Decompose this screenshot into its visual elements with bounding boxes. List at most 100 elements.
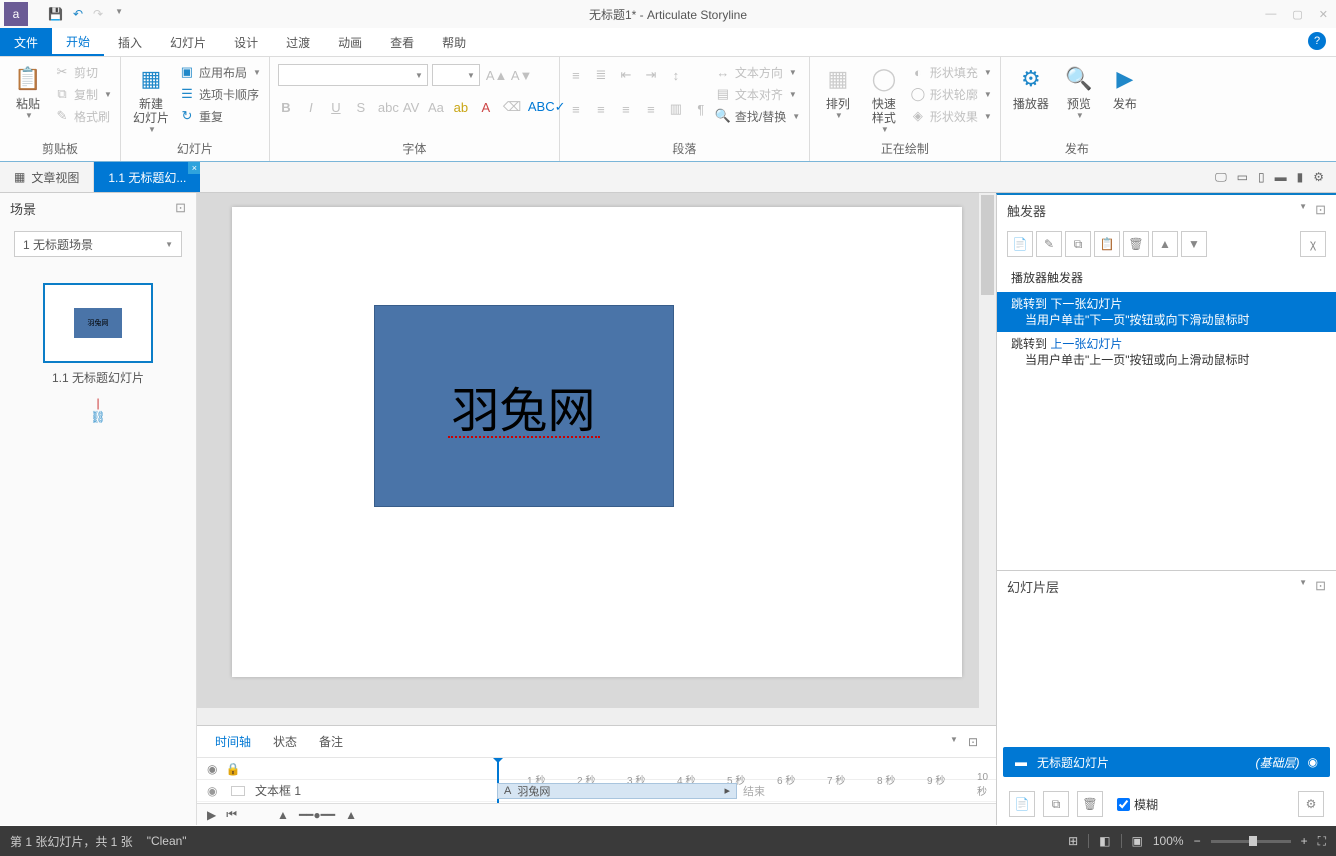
- spacing-button[interactable]: AV: [403, 100, 419, 115]
- paste-button[interactable]: 📋 粘贴 ▼: [8, 61, 48, 140]
- desktop-view-icon[interactable]: 🖵: [1215, 170, 1227, 185]
- shrink-font-icon[interactable]: A▼: [511, 68, 527, 83]
- edit-trigger-button[interactable]: ✎: [1036, 231, 1062, 257]
- tab-notes[interactable]: 备注: [319, 733, 343, 750]
- shape-outline-button[interactable]: ◯形状轮廓▼: [910, 83, 992, 105]
- minimize-icon[interactable]: —: [1265, 8, 1276, 21]
- zoom-out-button[interactable]: −: [1194, 834, 1201, 848]
- reset-button[interactable]: ↻重复: [179, 105, 261, 127]
- tab-slides[interactable]: 幻灯片: [156, 28, 220, 56]
- lock-header-icon[interactable]: 🔒: [225, 762, 240, 776]
- quickstyle-button[interactable]: ◯快速 样式▼: [864, 61, 904, 140]
- align-center-icon[interactable]: ≡: [593, 102, 609, 117]
- canvas-viewport[interactable]: 羽兔网: [197, 193, 996, 708]
- scene-selector[interactable]: 1 无标题场景▼: [14, 231, 182, 257]
- undock-icon[interactable]: ⊡: [175, 200, 186, 216]
- shape-rectangle[interactable]: 羽兔网: [374, 305, 674, 507]
- bold-button[interactable]: B: [278, 100, 294, 115]
- base-layer-item[interactable]: ▬无标题幻灯片 (基础层)◉: [1003, 747, 1330, 777]
- vertical-scrollbar[interactable]: [979, 193, 996, 708]
- undock-icon[interactable]: ⊡: [1315, 578, 1326, 594]
- zoom-slider[interactable]: [1211, 840, 1291, 843]
- font-family-combo[interactable]: ▼: [278, 64, 428, 86]
- highlight-button[interactable]: ab: [453, 100, 469, 115]
- numbering-icon[interactable]: ≣: [593, 67, 609, 83]
- panel-menu-icon[interactable]: ▼: [1299, 578, 1307, 594]
- columns-icon[interactable]: ▥: [668, 101, 684, 117]
- font-size-combo[interactable]: ▼: [432, 64, 480, 86]
- redo-icon[interactable]: ↷: [93, 7, 103, 21]
- strike-button[interactable]: abc: [378, 100, 394, 115]
- clear-format-button[interactable]: ⌫: [503, 99, 519, 115]
- tab-view[interactable]: 查看: [376, 28, 428, 56]
- layer-settings-button[interactable]: ⚙: [1298, 791, 1324, 817]
- copy-trigger-button[interactable]: ⧉: [1065, 231, 1091, 257]
- font-color-button[interactable]: A: [478, 100, 494, 115]
- slide-canvas[interactable]: 羽兔网: [232, 207, 962, 677]
- tab-timeline[interactable]: 时间轴: [215, 733, 251, 750]
- trigger-item[interactable]: 跳转到 上一张幻灯片 当用户单击"上一页"按钮或向上滑动鼠标时: [997, 332, 1336, 372]
- zoom-slider[interactable]: ━━●━━: [299, 808, 335, 822]
- rewind-icon[interactable]: ⏮: [226, 807, 237, 822]
- move-down-button[interactable]: ▼: [1181, 231, 1207, 257]
- move-up-button[interactable]: ▲: [1152, 231, 1178, 257]
- accessibility-icon[interactable]: ◧: [1099, 834, 1110, 848]
- format-painter-button[interactable]: ✎格式刷: [54, 105, 112, 127]
- layout-button[interactable]: ▣应用布局▼: [179, 61, 261, 83]
- eye-header-icon[interactable]: ◉: [207, 762, 217, 776]
- maximize-icon[interactable]: ▢: [1292, 8, 1302, 21]
- publish-button[interactable]: ▶发布: [1105, 61, 1145, 140]
- help-icon[interactable]: ?: [1308, 32, 1326, 50]
- fit-icon[interactable]: ▣: [1132, 834, 1143, 848]
- slide-thumbnail[interactable]: 羽兔网: [43, 283, 153, 363]
- grow-font-icon[interactable]: A▲: [486, 68, 502, 83]
- close-icon[interactable]: ✕: [1319, 8, 1328, 21]
- tab-home[interactable]: 开始: [52, 28, 104, 56]
- player-button[interactable]: ⚙播放器: [1009, 61, 1053, 140]
- trigger-item[interactable]: 跳转到 下一张幻灯片 当用户单击"下一页"按钮或向下滑动鼠标时: [997, 292, 1336, 332]
- find-replace-button[interactable]: 🔍查找/替换▼: [715, 105, 800, 127]
- underline-button[interactable]: U: [328, 100, 344, 115]
- undock-icon[interactable]: ⊡: [1315, 202, 1326, 218]
- lock-icon[interactable]: [231, 786, 245, 796]
- qat-dropdown-icon[interactable]: ▼: [115, 7, 123, 21]
- timeline-bar[interactable]: A羽兔网▸: [497, 783, 737, 799]
- italic-button[interactable]: I: [303, 100, 319, 115]
- spellcheck-button[interactable]: ABC✓: [528, 99, 544, 115]
- indent-right-icon[interactable]: ⇥: [643, 67, 659, 83]
- zoom-level[interactable]: 100%: [1153, 834, 1184, 848]
- tab-insert[interactable]: 插入: [104, 28, 156, 56]
- scrollbar-thumb[interactable]: [981, 195, 994, 295]
- tab-file[interactable]: 文件: [0, 28, 52, 56]
- text-direction-button[interactable]: ↔文本方向▼: [715, 61, 800, 83]
- eye-icon[interactable]: ◉: [1308, 755, 1318, 769]
- panel-menu-icon[interactable]: ▼: [1299, 202, 1307, 218]
- zoom-in-button[interactable]: +: [1301, 834, 1308, 848]
- caps-button[interactable]: Aa: [428, 100, 444, 115]
- fit-window-icon[interactable]: ⛶: [1318, 834, 1326, 849]
- tablet-land-icon[interactable]: ▭: [1237, 170, 1248, 184]
- tab-help[interactable]: 帮助: [428, 28, 480, 56]
- tablet-port-icon[interactable]: ▯: [1258, 170, 1265, 184]
- text-align-button[interactable]: ▤文本对齐▼: [715, 83, 800, 105]
- arrange-button[interactable]: ▦排列▼: [818, 61, 858, 140]
- tab-states[interactable]: 状态: [273, 733, 297, 750]
- new-trigger-button[interactable]: 📄: [1007, 231, 1033, 257]
- variables-button[interactable]: χ: [1300, 231, 1326, 257]
- horizontal-scrollbar[interactable]: [197, 708, 996, 725]
- align-right-icon[interactable]: ≡: [618, 102, 634, 117]
- new-layer-button[interactable]: 📄: [1009, 791, 1035, 817]
- panel-menu-icon[interactable]: ▼: [950, 735, 958, 749]
- shadow-button[interactable]: S: [353, 100, 369, 115]
- copy-button[interactable]: ⧉复制▼: [54, 83, 112, 105]
- new-slide-button[interactable]: ▦ 新建 幻灯片 ▼: [129, 61, 173, 140]
- preview-button[interactable]: 🔍预览▼: [1059, 61, 1099, 140]
- phone-port-icon[interactable]: ▮: [1297, 170, 1304, 184]
- tab-animations[interactable]: 动画: [324, 28, 376, 56]
- tab-design[interactable]: 设计: [220, 28, 272, 56]
- shape-effect-button[interactable]: ◈形状效果▼: [910, 105, 992, 127]
- zoom-out-icon[interactable]: ▲: [277, 808, 289, 822]
- zoom-in-icon[interactable]: ▲: [345, 808, 357, 822]
- blur-input[interactable]: [1117, 798, 1130, 811]
- close-tab-icon[interactable]: ×: [188, 162, 200, 174]
